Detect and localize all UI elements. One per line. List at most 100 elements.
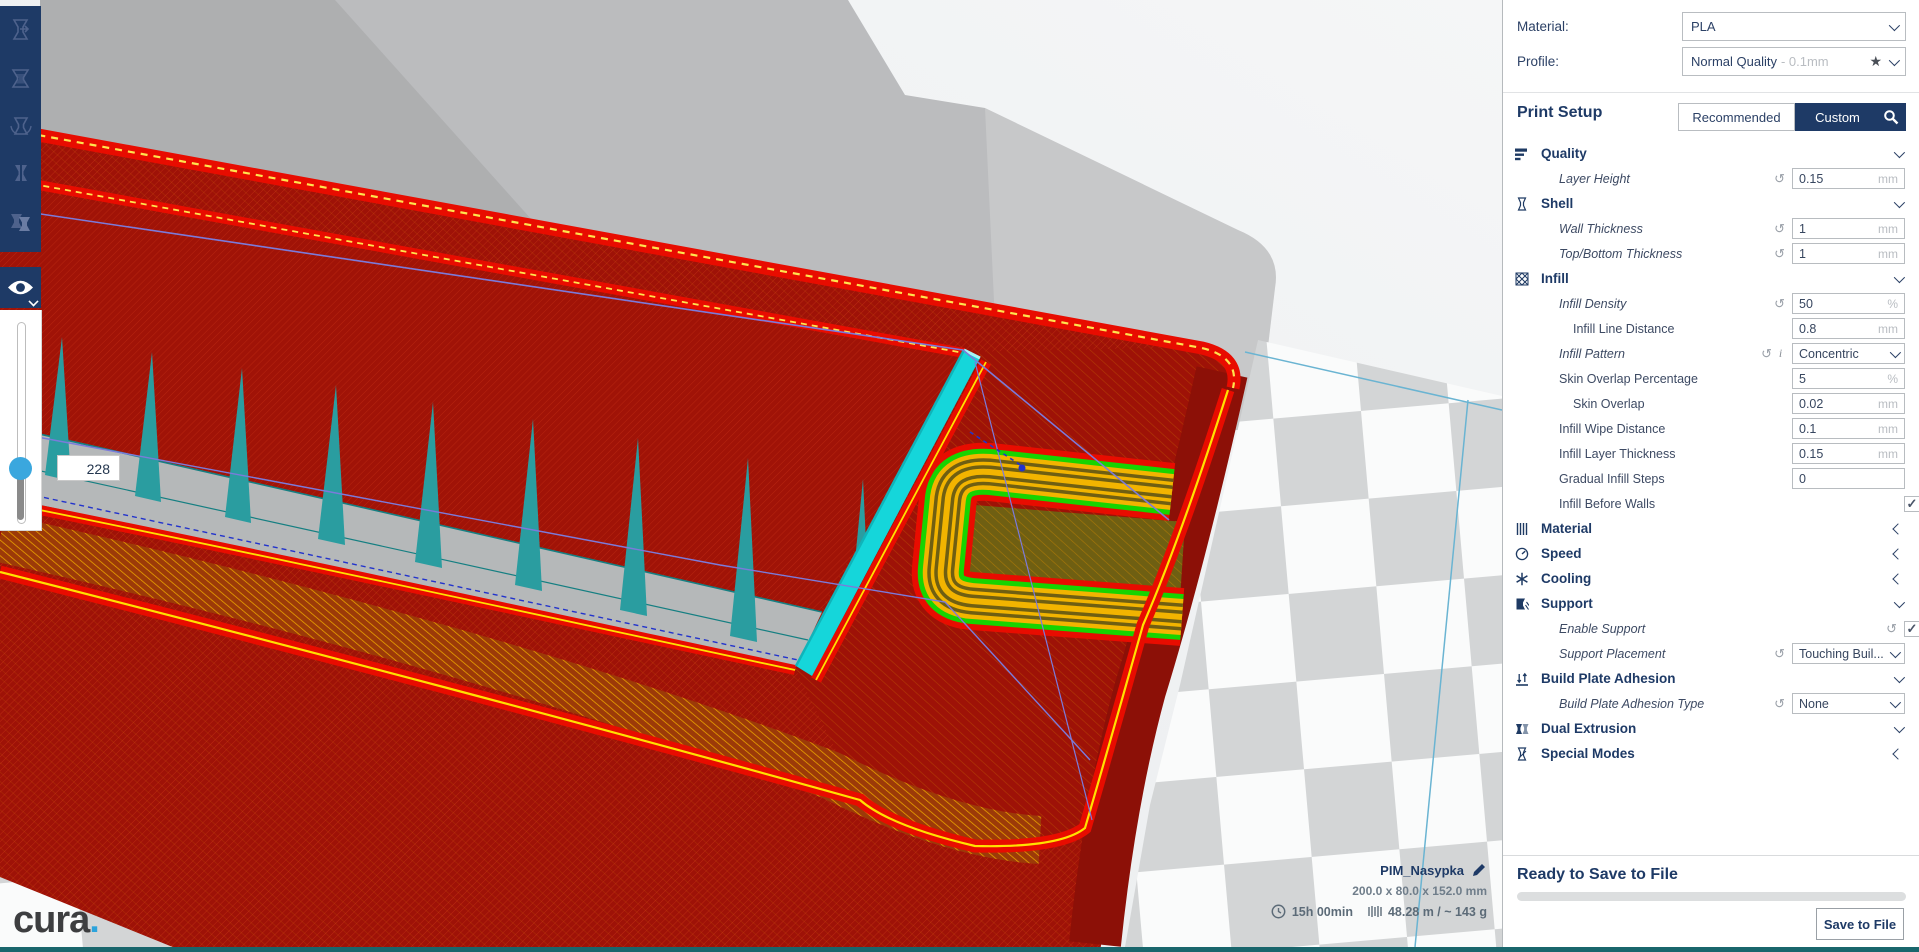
concentric-infill-region [941, 472, 1185, 617]
setting-row-wall-thickness: Wall Thickness↻ 1 mm [1503, 216, 1919, 241]
setting-row-support-placement: Support Placement↻ Touching Buil... [1503, 641, 1919, 666]
eye-icon [7, 279, 34, 296]
settings-list: Quality Layer Height↻ 0.15 mm Shell Wall… [1503, 141, 1919, 766]
scale-icon [7, 64, 35, 92]
category-quality[interactable]: Quality [1503, 141, 1919, 166]
gradual-infill-steps-field[interactable]: 0 [1792, 468, 1905, 489]
wall-thickness-field[interactable]: 1 mm [1792, 218, 1905, 239]
mirror-tool-button[interactable] [0, 150, 41, 198]
setting-row-infill-layer-thickness: Infill Layer Thickness 0.15 mm [1503, 441, 1919, 466]
current-layer-field[interactable]: 228 [57, 455, 120, 481]
category-cooling[interactable]: Cooling [1503, 566, 1919, 591]
support-placement-dropdown[interactable]: Touching Buil... [1792, 643, 1905, 664]
skin-overlap-field[interactable]: 0.02 mm [1792, 393, 1905, 414]
chevron-down-icon [1894, 671, 1905, 682]
edit-job-name-icon[interactable] [1471, 862, 1487, 878]
chevron-down-icon [1890, 646, 1901, 657]
info-icon[interactable]: i [1774, 346, 1787, 361]
material-icon [1515, 522, 1533, 536]
scale-tool-button[interactable] [0, 54, 41, 102]
category-speed[interactable]: Speed [1503, 541, 1919, 566]
view-mode-chevron-icon [28, 296, 38, 306]
cura-logo: cura. [13, 899, 99, 942]
build-plate-adhesion-type-dropdown[interactable]: None [1792, 693, 1905, 714]
setting-row-skin-overlap-percentage: Skin Overlap Percentage 5 % [1503, 366, 1919, 391]
layer-slider-panel [0, 310, 42, 531]
chevron-down-icon [1894, 596, 1905, 607]
tab-custom[interactable]: Custom [1795, 103, 1906, 131]
setting-row-infill-line-distance: Infill Line Distance 0.8 mm [1503, 316, 1919, 341]
setting-row-enable-support: Enable Support↻✓ [1503, 616, 1919, 641]
support-icon [1515, 597, 1533, 611]
save-to-file-button[interactable]: Save to File [1816, 908, 1904, 940]
revert-icon[interactable]: ↻ [1759, 346, 1774, 362]
revert-icon[interactable]: ↻ [1772, 221, 1787, 237]
rotate-icon [7, 112, 35, 140]
profile-dropdown[interactable]: Normal Quality - 0.1mm ★ [1682, 47, 1906, 76]
revert-icon[interactable]: ↻ [1884, 621, 1899, 637]
infill-pattern-dropdown[interactable]: Concentric [1792, 343, 1905, 364]
speed-icon [1515, 547, 1533, 561]
chevron-down-icon [1894, 196, 1905, 207]
infill-layer-thickness-field[interactable]: 0.15 mm [1792, 443, 1905, 464]
search-icon[interactable] [1883, 109, 1899, 125]
chevron-down-icon [1890, 696, 1901, 707]
chevron-down-icon [1894, 721, 1905, 732]
setting-row-top-bottom-thickness: Top/Bottom Thickness↻ 1 mm [1503, 241, 1919, 266]
move-icon [7, 16, 35, 44]
category-special-modes[interactable]: Special Modes [1503, 741, 1919, 766]
layer-slider-handle[interactable] [9, 457, 32, 480]
enable-support-checkbox[interactable]: ✓ [1904, 621, 1919, 637]
top-bottom-thickness-field[interactable]: 1 mm [1792, 243, 1905, 264]
viewport-3d[interactable] [0, 0, 1502, 952]
infill-line-distance-field[interactable]: 0.8 mm [1792, 318, 1905, 339]
infill-density-field[interactable]: 50 % [1792, 293, 1905, 314]
infill-before-walls-checkbox[interactable]: ✓ [1904, 496, 1919, 512]
category-material[interactable]: Material [1503, 516, 1919, 541]
revert-icon[interactable]: ↻ [1772, 696, 1787, 712]
job-dimensions: 200.0 x 80.0 x 152.0 mm [1271, 884, 1487, 898]
quality-icon [1515, 147, 1533, 161]
chevron-left-icon [1892, 548, 1903, 559]
skin-overlap-percentage-field[interactable]: 5 % [1792, 368, 1905, 389]
setting-row-infill-wipe-distance: Infill Wipe Distance 0.1 mm [1503, 416, 1919, 441]
per-model-settings-icon [6, 208, 36, 236]
per-model-settings-tool-button[interactable] [0, 198, 41, 246]
setting-row-build-plate-adhesion-type: Build Plate Adhesion Type↻ None [1503, 691, 1919, 716]
star-icon[interactable]: ★ [1869, 53, 1882, 70]
setting-row-infill-density: Infill Density↻ 50 % [1503, 291, 1919, 316]
revert-icon[interactable]: ↻ [1772, 246, 1787, 262]
job-filament-usage: 48.28 m / ~ 143 g [1388, 905, 1487, 919]
divider [1503, 855, 1919, 856]
special-modes-icon [1515, 747, 1533, 761]
slicing-progress-bar [1517, 892, 1906, 901]
setting-row-infill-before-walls: Infill Before Walls✓ [1503, 491, 1919, 516]
layer-height-field[interactable]: 0.15 mm [1792, 168, 1905, 189]
profile-label: Profile: [1517, 54, 1559, 69]
rotate-tool-button[interactable] [0, 102, 41, 150]
category-shell[interactable]: Shell [1503, 191, 1919, 216]
category-dual-extrusion[interactable]: Dual Extrusion [1503, 716, 1919, 741]
revert-icon[interactable]: ↻ [1772, 171, 1787, 187]
filament-usage-icon [1367, 905, 1382, 918]
divider [1503, 92, 1919, 93]
print-time-icon [1271, 904, 1286, 919]
chevron-down-icon [1894, 271, 1905, 282]
chevron-down-icon [1890, 346, 1901, 357]
dual-extrusion-icon [1515, 722, 1533, 736]
chevron-left-icon [1892, 748, 1903, 759]
revert-icon[interactable]: ↻ [1772, 296, 1787, 312]
tab-recommended[interactable]: Recommended [1678, 103, 1795, 131]
job-info: PIM_Nasypka 200.0 x 80.0 x 152.0 mm 15h … [1271, 862, 1487, 919]
layer-view-button[interactable] [0, 267, 41, 308]
category-build-plate-adhesion[interactable]: Build Plate Adhesion [1503, 666, 1919, 691]
job-print-time: 15h 00min [1292, 905, 1353, 919]
category-infill[interactable]: Infill [1503, 266, 1919, 291]
revert-icon[interactable]: ↻ [1772, 646, 1787, 662]
mirror-icon [7, 160, 35, 188]
move-tool-button[interactable] [0, 6, 41, 54]
print-setup-title: Print Setup [1517, 104, 1602, 122]
infill-wipe-distance-field[interactable]: 0.1 mm [1792, 418, 1905, 439]
material-dropdown[interactable]: PLA [1682, 12, 1906, 41]
category-support[interactable]: Support [1503, 591, 1919, 616]
